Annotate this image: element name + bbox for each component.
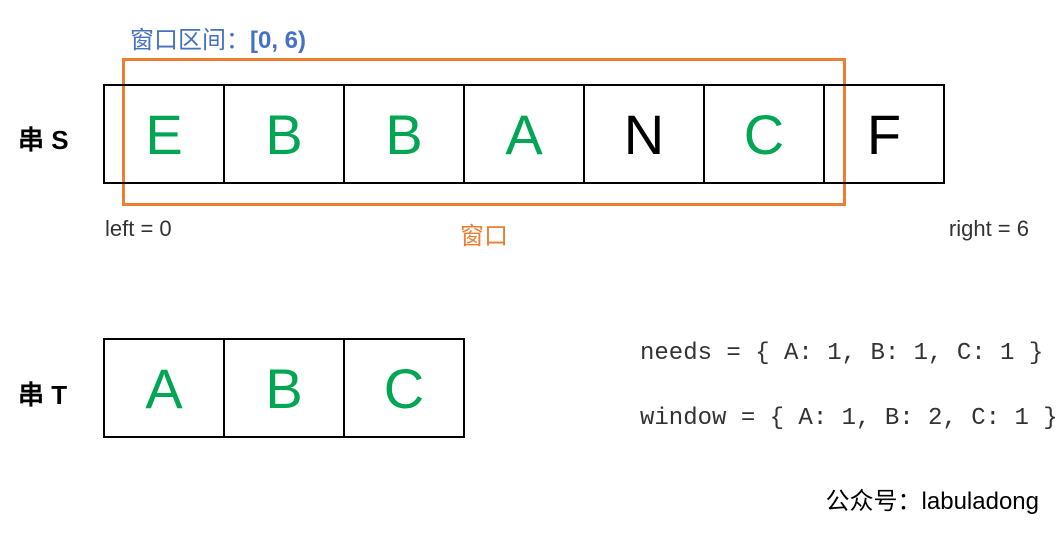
window-map-label: window = { A: 1, B: 2, C: 1 } (640, 405, 1058, 432)
left-pointer-label: left = 0 (105, 216, 172, 242)
t-cell: C (343, 338, 465, 438)
array-s: E B B A N C F (103, 84, 945, 184)
s-cell: N (583, 84, 705, 184)
t-cell: B (223, 338, 345, 438)
s-cell: C (703, 84, 825, 184)
interval-value: [0, 6) (250, 27, 306, 54)
s-cell: A (463, 84, 585, 184)
s-cell: B (223, 84, 345, 184)
credit-label: 公众号：labuladong (826, 481, 1039, 516)
s-cell: F (823, 84, 945, 184)
needs-map-label: needs = { A: 1, B: 1, C: 1 } (640, 340, 1043, 367)
window-interval-label: 窗口区间：[0, 6) (130, 20, 306, 55)
right-pointer-label: right = 6 (949, 216, 1029, 242)
s-cell: B (343, 84, 465, 184)
interval-prefix: 窗口区间： (130, 27, 250, 54)
window-text-label: 窗口 (460, 216, 508, 251)
string-t-label: 串 T (18, 375, 67, 412)
array-t: A B C (103, 338, 465, 438)
string-s-label: 串 S (18, 120, 69, 157)
t-cell: A (103, 338, 225, 438)
s-cell: E (103, 84, 225, 184)
